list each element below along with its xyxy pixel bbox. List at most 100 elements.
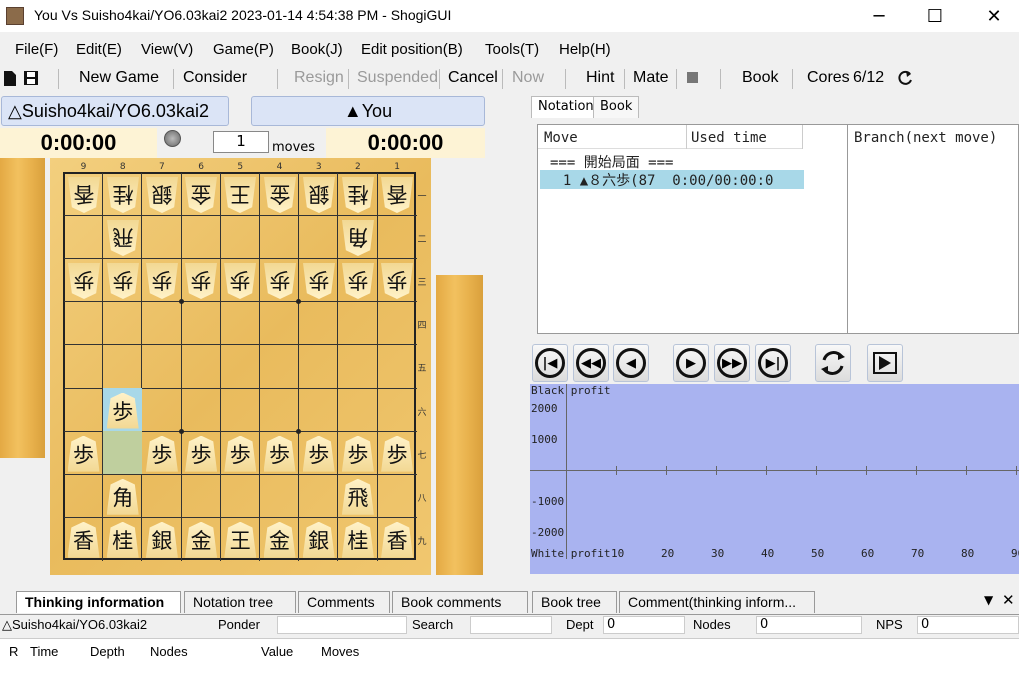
menu-view[interactable]: View(V): [141, 41, 193, 58]
sente-rook[interactable]: 飛: [341, 478, 374, 515]
bottom-tab[interactable]: Notation tree: [184, 591, 296, 613]
consider-button[interactable]: Consider: [183, 69, 247, 87]
col-move[interactable]: Move: [544, 130, 578, 146]
gote-piece[interactable]: 銀: [146, 177, 178, 213]
sente-piece[interactable]: 銀: [145, 521, 178, 558]
bottom-tab[interactable]: Book tree: [532, 591, 617, 613]
toolbar-separator: [720, 69, 721, 89]
sente-pawn[interactable]: 歩: [67, 435, 100, 472]
graph-x-tick: 80: [961, 547, 975, 560]
header-depth[interactable]: Depth: [90, 644, 125, 659]
book-button[interactable]: Book: [742, 69, 778, 87]
graph-white-profit-label: White profit: [531, 547, 611, 560]
tab-notation[interactable]: Notation: [531, 96, 601, 118]
next-move-button[interactable]: ▶: [673, 344, 709, 382]
notation-row-1[interactable]: 1 ▲８六歩(87 0:00/00:00:0: [540, 170, 804, 189]
sente-bishop[interactable]: 角: [106, 478, 139, 515]
menu-edit-position[interactable]: Edit position(B): [361, 41, 463, 58]
hint-button[interactable]: Hint: [586, 69, 614, 87]
col-used-time[interactable]: Used time: [691, 130, 767, 146]
sente-pawn[interactable]: 歩: [263, 435, 296, 472]
sente-pawn[interactable]: 歩: [185, 435, 218, 472]
menu-tools[interactable]: Tools(T): [485, 41, 539, 58]
menu-help[interactable]: Help(H): [559, 41, 611, 58]
header-moves[interactable]: Moves: [321, 644, 359, 659]
stop-icon[interactable]: [687, 72, 698, 83]
graph-x-tick: 10: [611, 547, 625, 560]
sente-pawn[interactable]: 歩: [224, 435, 257, 472]
new-file-icon[interactable]: [3, 70, 17, 87]
sente-pawn[interactable]: 歩: [302, 435, 335, 472]
save-icon[interactable]: [23, 70, 39, 86]
header-r[interactable]: R: [9, 644, 18, 659]
sente-pawn[interactable]: 歩: [381, 435, 414, 472]
sente-piece-stand[interactable]: [436, 275, 483, 575]
suspended-button[interactable]: Suspended: [357, 69, 438, 87]
cancel-button[interactable]: Cancel: [448, 69, 498, 87]
bottom-tab[interactable]: Comment(thinking inform...: [619, 591, 815, 613]
nodes-label: Nodes: [693, 617, 731, 632]
gote-piece[interactable]: 香: [381, 177, 413, 213]
star-point: [178, 299, 184, 305]
graph-x-tick: 60: [861, 547, 875, 560]
first-move-button[interactable]: |◀: [532, 344, 568, 382]
forward-10-button[interactable]: ▶▶: [714, 344, 750, 382]
rank-label: 九: [417, 536, 427, 547]
thinking-info-list[interactable]: R Time Depth Nodes Value Moves: [0, 638, 1019, 696]
sente-clock: 0:00:00: [326, 128, 485, 158]
bottom-tab[interactable]: Comments: [298, 591, 390, 613]
sente-piece[interactable]: 金: [185, 521, 218, 558]
close-button[interactable]: ✕: [971, 0, 1017, 32]
bottom-tab[interactable]: Book comments: [392, 591, 528, 613]
sente-pawn[interactable]: 歩: [106, 392, 139, 429]
gote-piece-stand[interactable]: [0, 158, 45, 458]
prev-move-button[interactable]: ◀: [613, 344, 649, 382]
flip-board-button[interactable]: [815, 344, 851, 382]
sente-pawn[interactable]: 歩: [341, 435, 374, 472]
maximize-button[interactable]: ☐: [912, 0, 958, 32]
grid-line: [180, 173, 182, 561]
sente-player-name: ▲You: [251, 96, 485, 126]
evaluation-graph[interactable]: Black profit White profit 2000 1000 -100…: [530, 384, 1019, 574]
back-10-button[interactable]: ◀◀: [573, 344, 609, 382]
resign-button[interactable]: Resign: [294, 69, 344, 87]
sente-piece[interactable]: 金: [263, 521, 296, 558]
sente-piece[interactable]: 香: [67, 521, 100, 558]
playback-button[interactable]: [867, 344, 903, 382]
sente-pawn[interactable]: 歩: [145, 435, 178, 472]
menu-book[interactable]: Book(J): [291, 41, 343, 58]
sente-piece[interactable]: 香: [381, 521, 414, 558]
graph-black-profit-label: Black profit: [531, 384, 611, 397]
engine-name: △Suisho4kai/YO6.03kai2: [2, 617, 148, 632]
sente-piece[interactable]: 銀: [302, 521, 335, 558]
new-game-button[interactable]: New Game: [79, 69, 159, 87]
prev-icon: ◀: [616, 348, 646, 378]
bottom-tab[interactable]: Thinking information: [16, 591, 181, 613]
gote-piece[interactable]: 金: [185, 177, 217, 213]
mate-button[interactable]: Mate: [633, 69, 669, 87]
sente-piece[interactable]: 王: [224, 521, 257, 558]
menu-file[interactable]: File(F): [15, 41, 58, 58]
header-time[interactable]: Time: [30, 644, 58, 659]
next-icon: ▶: [676, 348, 706, 378]
grid-line: [141, 173, 143, 561]
header-nodes[interactable]: Nodes: [150, 644, 188, 659]
refresh-icon[interactable]: [896, 69, 914, 87]
last-move-button[interactable]: ▶|: [755, 344, 791, 382]
sente-piece[interactable]: 桂: [341, 521, 374, 558]
notation-start-row[interactable]: === 開始局面 ===: [550, 152, 673, 172]
menu-game[interactable]: Game(P): [213, 41, 274, 58]
tab-book[interactable]: Book: [593, 96, 640, 118]
graph-y-tick: 1000: [531, 433, 558, 446]
toolbar-separator: [173, 69, 174, 89]
now-button[interactable]: Now: [512, 69, 544, 87]
dropdown-icon[interactable]: ▼: [984, 593, 993, 607]
moves-input[interactable]: 1: [213, 131, 269, 153]
menu-edit[interactable]: Edit(E): [76, 41, 122, 58]
close-panel-icon[interactable]: ✕: [1002, 591, 1015, 609]
sente-piece[interactable]: 桂: [106, 521, 139, 558]
header-value[interactable]: Value: [261, 644, 293, 659]
gote-piece[interactable]: 桂: [342, 177, 374, 213]
minimize-button[interactable]: ─: [856, 0, 902, 32]
graph-y-tick: 2000: [531, 402, 558, 415]
